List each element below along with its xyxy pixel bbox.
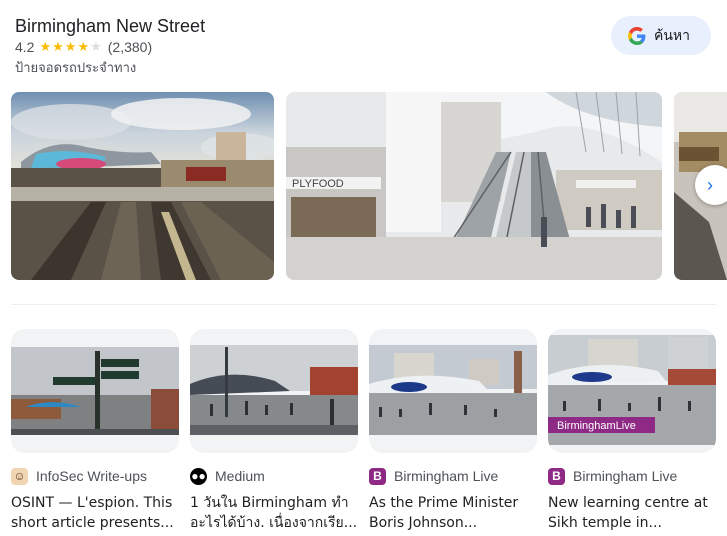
article-headline[interactable]: As the Prime Minister Boris Johnson...	[369, 493, 537, 533]
article-headline[interactable]: 1 วันใน Birmingham ทำอะไรได้บ้าง. เนื่อง…	[190, 493, 358, 533]
star-icon: ★	[52, 39, 64, 54]
article-card[interactable]: ●● Medium 1 วันใน Birmingham ทำอะไรได้บ้…	[190, 329, 358, 533]
station-exterior-photo[interactable]	[11, 92, 274, 280]
article-thumbnail	[190, 329, 358, 453]
rating-row: 4.2 ★ ★ ★ ★ ★ (2,380)	[15, 39, 152, 55]
article-headline[interactable]: New learning centre at Sikh temple in...	[548, 493, 716, 533]
grand-central-escalator-photo[interactable]: PLYFOOD	[286, 92, 662, 280]
star-rating: ★ ★ ★ ★ ★	[39, 40, 102, 54]
article-source: ●● Medium	[190, 466, 358, 486]
brand-overlay-label: BirminghamLive	[557, 420, 636, 432]
medium-icon: ●●	[190, 467, 207, 485]
section-divider	[11, 304, 716, 305]
article-source: B Birmingham Live	[548, 466, 716, 486]
article-headline[interactable]: OSINT — L'espion. This short article pre…	[11, 493, 179, 533]
next-photo-button[interactable]: ›	[695, 165, 727, 205]
article-source: ☺ InfoSec Write-ups	[11, 466, 179, 486]
search-button-label: ค้นหา	[654, 27, 691, 44]
article-source-name: InfoSec Write-ups	[36, 468, 148, 484]
place-title: Birmingham New Street	[15, 16, 206, 36]
article-source-name: Medium	[215, 468, 265, 484]
star-icon: ★	[39, 39, 52, 54]
rating-number: 4.2	[15, 39, 35, 55]
b-icon: B	[369, 467, 386, 485]
svg-text:PLYFOOD: PLYFOOD	[292, 178, 344, 190]
article-card[interactable]: B Birmingham Live As the Prime Minister …	[369, 329, 537, 533]
star-icon: ★	[90, 39, 102, 54]
b-icon: B	[548, 467, 565, 485]
infosec-icon: ☺	[11, 467, 28, 485]
article-thumbnail	[369, 329, 537, 453]
article-source: B Birmingham Live	[369, 466, 537, 486]
search-button[interactable]: ค้นหา	[611, 16, 711, 55]
article-thumbnail	[11, 329, 179, 453]
place-category: ป้ายจอดรถประจำทาง	[15, 61, 137, 76]
article-source-name: Birmingham Live	[394, 468, 499, 484]
article-source-name: Birmingham Live	[573, 468, 678, 484]
article-card[interactable]: ☺ InfoSec Write-ups OSINT — L'espion. Th…	[11, 329, 179, 533]
article-thumbnail: BirminghamLive	[548, 329, 716, 453]
article-card[interactable]: BirminghamLive B Birmingham Live New lea…	[548, 329, 716, 533]
review-count[interactable]: (2,380)	[108, 39, 152, 55]
star-icon: ★	[64, 39, 77, 54]
google-g-icon	[628, 26, 646, 45]
chevron-right-icon: ›	[707, 174, 713, 195]
star-icon: ★	[77, 39, 90, 54]
